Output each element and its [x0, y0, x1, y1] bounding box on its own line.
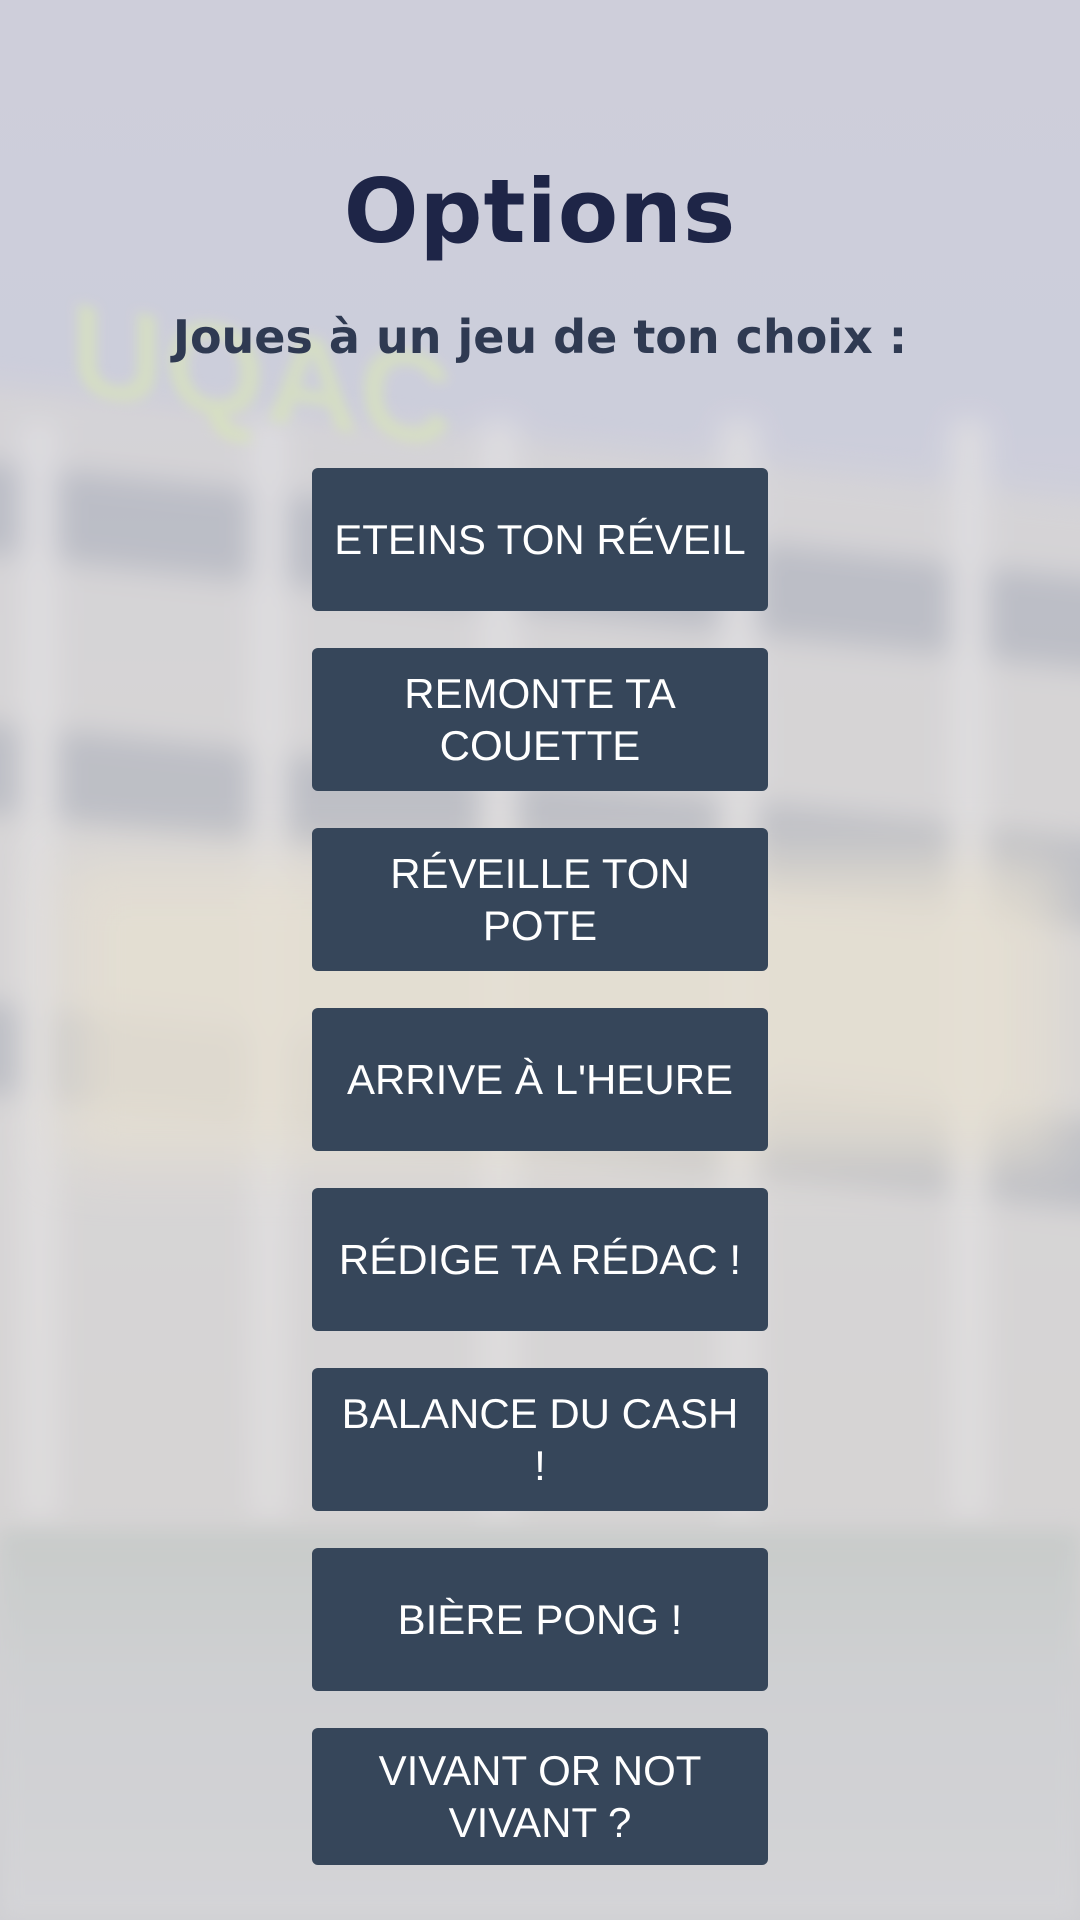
game-button-vivant-or-not-vivant[interactable]: VIVANT OR NOT VIVANT ?	[312, 1728, 768, 1865]
game-button-biere-pong[interactable]: BIÈRE PONG !	[312, 1548, 768, 1691]
page-title: Options	[343, 160, 737, 263]
game-button-reveille-ton-pote[interactable]: RÉVEILLE TON POTE	[312, 828, 768, 971]
game-menu: ETEINS TON RÉVEIL REMONTE TA COUETTE RÉV…	[312, 468, 768, 1865]
game-button-balance-du-cash[interactable]: BALANCE DU CASH !	[312, 1368, 768, 1511]
game-button-redige-ta-redac[interactable]: RÉDIGE TA RÉDAC !	[312, 1188, 768, 1331]
options-screen: Options Joues à un jeu de ton choix : ET…	[0, 0, 1080, 1920]
game-button-arrive-a-l-heure[interactable]: ARRIVE À L'HEURE	[312, 1008, 768, 1151]
page-subtitle: Joues à un jeu de ton choix :	[172, 310, 908, 364]
game-button-eteins-ton-reveil[interactable]: ETEINS TON RÉVEIL	[312, 468, 768, 611]
game-button-remonte-ta-couette[interactable]: REMONTE TA COUETTE	[312, 648, 768, 791]
